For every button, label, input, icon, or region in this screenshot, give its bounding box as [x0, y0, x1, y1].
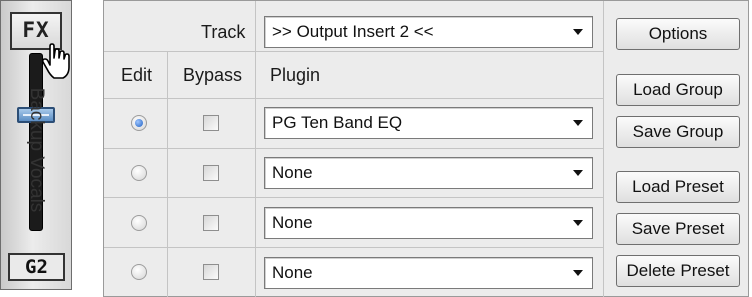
- grid-divider: [104, 247, 603, 248]
- chevron-down-icon: [573, 220, 583, 226]
- track-name-label: Backup Vocals: [26, 87, 47, 213]
- chevron-down-icon: [573, 29, 583, 35]
- bypass-checkbox[interactable]: [203, 215, 219, 231]
- plugin-select-value: None: [272, 163, 313, 182]
- bypass-checkbox[interactable]: [203, 165, 219, 181]
- edit-radio[interactable]: [131, 165, 147, 181]
- plugin-select-value: None: [272, 213, 313, 232]
- grid-divider: [603, 1, 604, 297]
- grid-divider: [104, 98, 603, 99]
- channel-strip: FX Backup Vocals G2: [0, 0, 72, 290]
- track-select-value: >> Output Insert 2 <<: [272, 22, 434, 41]
- edit-radio-selected[interactable]: [131, 115, 147, 131]
- hand-pointer-icon: [42, 43, 70, 79]
- chevron-down-icon: [573, 120, 583, 126]
- track-select[interactable]: >> Output Insert 2 <<: [264, 16, 593, 48]
- plugin-panel: Track >> Output Insert 2 << Edit Bypass …: [103, 0, 749, 297]
- load-preset-button[interactable]: Load Preset: [616, 171, 740, 203]
- plugin-select[interactable]: PG Ten Band EQ: [264, 107, 593, 139]
- grid-divider: [167, 51, 168, 297]
- chevron-down-icon: [573, 270, 583, 276]
- track-label: Track: [201, 22, 246, 42]
- plugin-select[interactable]: None: [264, 257, 593, 289]
- grid-divider: [104, 148, 603, 149]
- grid-divider: [255, 1, 256, 297]
- grid-divider: [104, 197, 603, 198]
- plugin-select-value: None: [272, 263, 313, 282]
- delete-preset-button[interactable]: Delete Preset: [616, 255, 740, 287]
- chevron-down-icon: [573, 170, 583, 176]
- header-bypass: Bypass: [183, 65, 243, 85]
- edit-radio[interactable]: [131, 264, 147, 280]
- grid-divider: [104, 51, 603, 52]
- header-plugin: Plugin: [270, 65, 321, 85]
- bypass-checkbox[interactable]: [203, 115, 219, 131]
- bypass-checkbox[interactable]: [203, 264, 219, 280]
- options-button[interactable]: Options: [616, 18, 740, 50]
- group-badge[interactable]: G2: [8, 253, 65, 281]
- plugin-select[interactable]: None: [264, 207, 593, 239]
- save-preset-button[interactable]: Save Preset: [616, 213, 740, 245]
- plugin-select[interactable]: None: [264, 157, 593, 189]
- load-group-button[interactable]: Load Group: [616, 74, 740, 106]
- save-group-button[interactable]: Save Group: [616, 116, 740, 148]
- plugin-select-value: PG Ten Band EQ: [272, 113, 403, 132]
- edit-radio[interactable]: [131, 215, 147, 231]
- header-edit: Edit: [121, 65, 153, 85]
